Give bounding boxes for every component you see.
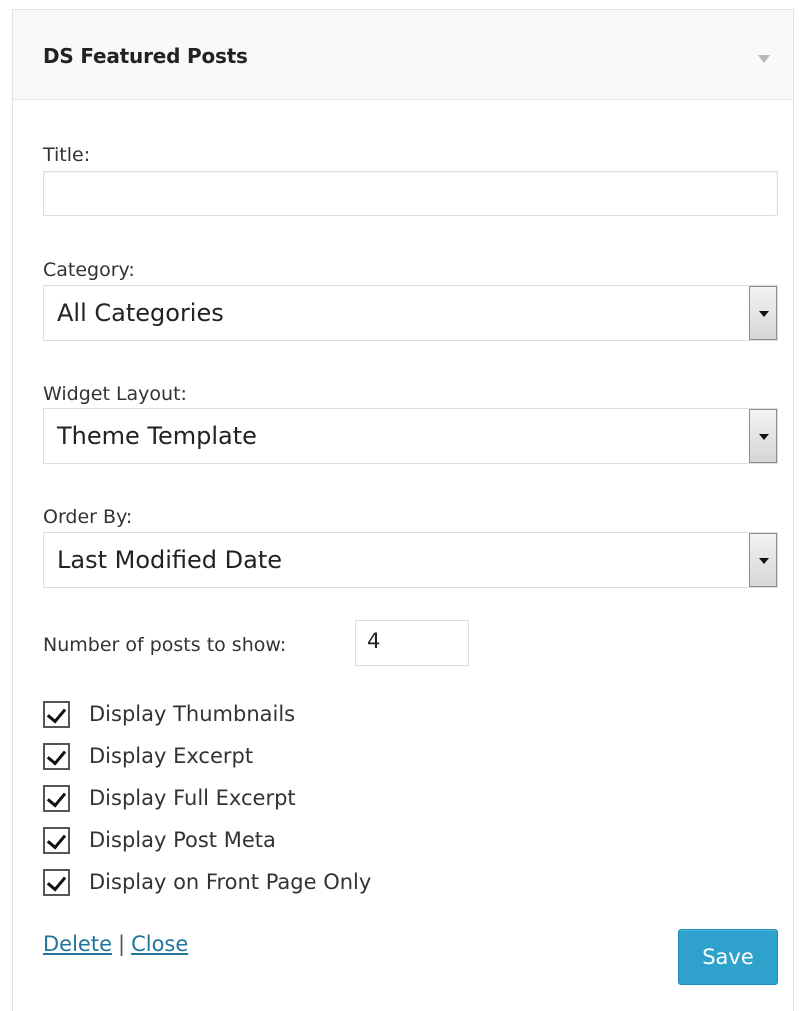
title-input[interactable] [43, 171, 778, 216]
order-label: Order By: [43, 506, 133, 528]
order-select[interactable]: Last Modified Date [43, 532, 778, 588]
footer-links: Delete | Close [43, 932, 188, 956]
category-select[interactable]: All Categories [43, 285, 778, 341]
category-select-value: All Categories [57, 299, 224, 327]
category-label: Category: [43, 259, 135, 281]
chevron-down-icon[interactable] [749, 286, 777, 340]
num-posts-label: Number of posts to show: [43, 634, 287, 656]
checkbox-label: Display on Front Page Only [89, 870, 372, 894]
title-label: Title: [43, 144, 91, 166]
checkmark-icon[interactable] [43, 827, 70, 854]
checkbox-label: Display Thumbnails [89, 702, 296, 726]
chevron-down-icon[interactable] [749, 409, 777, 463]
delete-link[interactable]: Delete [43, 932, 112, 956]
checkmark-icon[interactable] [43, 743, 70, 770]
order-select-value: Last Modified Date [57, 546, 283, 574]
checkmark-icon[interactable] [43, 869, 70, 896]
chevron-down-icon[interactable] [749, 533, 777, 587]
widget-title: DS Featured Posts [43, 44, 248, 68]
checkmark-icon[interactable] [43, 785, 70, 812]
layout-label: Widget Layout: [43, 383, 187, 405]
checkbox-label: Display Post Meta [89, 828, 276, 852]
widget-panel: DS Featured Posts Title: Category: All C… [12, 9, 794, 1011]
save-button[interactable]: Save [678, 929, 778, 985]
num-posts-input[interactable]: 4 [355, 620, 469, 666]
widget-header[interactable]: DS Featured Posts [13, 10, 793, 100]
triangle-down-icon[interactable] [758, 55, 770, 63]
close-link[interactable]: Close [131, 932, 188, 956]
checkbox-label: Display Full Excerpt [89, 786, 296, 810]
checkmark-icon[interactable] [43, 701, 70, 728]
layout-select-value: Theme Template [57, 422, 257, 450]
checkbox-label: Display Excerpt [89, 744, 254, 768]
layout-select[interactable]: Theme Template [43, 408, 778, 464]
link-separator: | [118, 932, 126, 956]
